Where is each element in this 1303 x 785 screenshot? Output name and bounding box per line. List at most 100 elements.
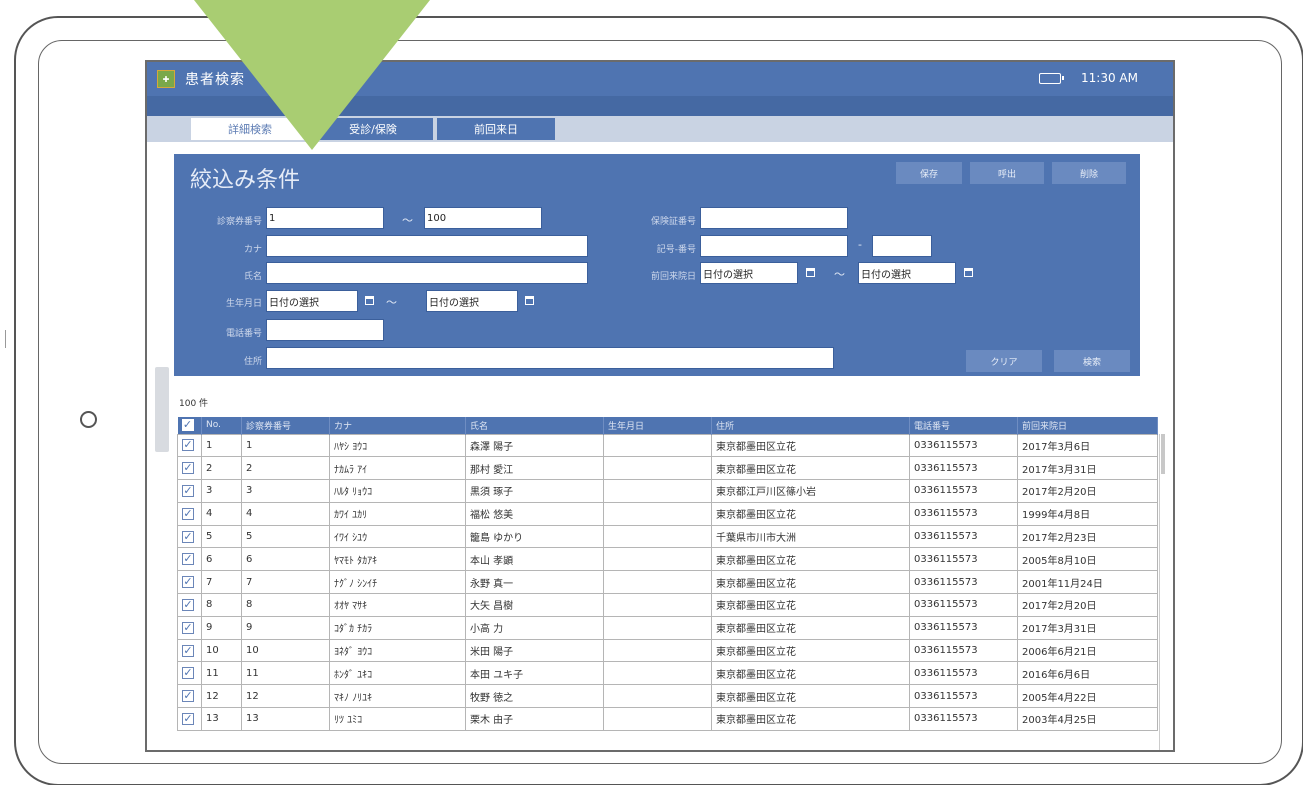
table-row[interactable]: ✓ 6 6 ﾔﾏﾓﾄ ﾀｶｱｷ 本山 孝顕 東京都墨田区立花 0336115573 2005年… bbox=[177, 547, 1158, 572]
table-cell: 東京都墨田区立花 bbox=[711, 615, 910, 640]
address-input[interactable] bbox=[266, 347, 834, 369]
table-cell: 籠島 ゆかり bbox=[465, 524, 604, 549]
table-cell: 東京都墨田区立花 bbox=[711, 547, 910, 572]
table-cell: 0336115573 bbox=[909, 615, 1018, 640]
column-header[interactable]: No. bbox=[201, 417, 242, 434]
table-cell: 10 bbox=[241, 638, 330, 663]
table-cell: 東京都墨田区立花 bbox=[711, 661, 910, 686]
last-visit-to-input[interactable]: 日付の選択 bbox=[858, 262, 956, 284]
table-cell: 6 bbox=[241, 547, 330, 572]
column-header[interactable]: カナ bbox=[329, 417, 466, 434]
table-row[interactable]: ✓ 7 7 ﾅｸﾞﾉ ｼﾝｲﾁ 永野 真一 東京都墨田区立花 0336115573 2001年… bbox=[177, 570, 1158, 595]
table-cell bbox=[603, 661, 712, 686]
column-header[interactable]: 住所 bbox=[711, 417, 910, 434]
table-cell: 黒須 琢子 bbox=[465, 479, 604, 503]
table-cell: 4 bbox=[201, 501, 242, 526]
calendar-icon[interactable] bbox=[525, 296, 534, 305]
last-visit-from-input[interactable]: 日付の選択 bbox=[700, 262, 798, 284]
birth-date-to-input[interactable]: 日付の選択 bbox=[426, 290, 518, 312]
row-checkbox[interactable]: ✓ bbox=[177, 661, 202, 686]
table-row[interactable]: ✓ 10 10 ﾖﾈﾀﾞ ﾖｳｺ 米田 陽子 東京都墨田区立花 0336115573 2006… bbox=[177, 638, 1158, 663]
table-cell: ﾊﾔｼ ﾖｳｺ bbox=[329, 433, 466, 458]
tab-last-visit[interactable]: 前回来日 bbox=[437, 118, 555, 140]
row-checkbox[interactable]: ✓ bbox=[177, 593, 202, 617]
table-row[interactable]: ✓ 3 3 ﾊﾙﾀ ﾘｮｳｺ 黒須 琢子 東京都江戸川区篠小岩 0336115573 2017… bbox=[177, 479, 1158, 503]
symbol-input[interactable] bbox=[700, 235, 848, 257]
table-cell: 本山 孝顕 bbox=[465, 547, 604, 572]
row-checkbox[interactable]: ✓ bbox=[177, 456, 202, 481]
column-header[interactable]: 診察券番号 bbox=[241, 417, 330, 434]
table-row[interactable]: ✓ 1 1 ﾊﾔｼ ﾖｳｺ 森澤 陽子 東京都墨田区立花 0336115573 2017年3月… bbox=[177, 433, 1158, 458]
table-row[interactable]: ✓ 2 2 ﾅｶﾑﾗ ｱｲ 那村 愛江 東京都墨田区立花 0336115573 2017年3月… bbox=[177, 456, 1158, 481]
table-cell: 11 bbox=[201, 661, 242, 686]
clear-button[interactable]: クリア bbox=[966, 350, 1042, 372]
table-cell: 福松 悠美 bbox=[465, 501, 604, 526]
name-input[interactable] bbox=[266, 262, 588, 284]
table-row[interactable]: ✓ 4 4 ｶﾜｲ ﾕｶﾘ 福松 悠美 東京都墨田区立花 0336115573 1999年4月… bbox=[177, 501, 1158, 526]
column-header[interactable]: 電話番号 bbox=[909, 417, 1018, 434]
select-all-checkbox[interactable]: ✓ bbox=[177, 417, 202, 434]
column-header[interactable]: 生年月日 bbox=[603, 417, 712, 434]
table-cell: 1999年4月8日 bbox=[1017, 501, 1158, 526]
home-button[interactable] bbox=[80, 411, 97, 428]
patient-no-to-input[interactable]: 100 bbox=[424, 207, 542, 229]
table-cell: 0336115573 bbox=[909, 456, 1018, 481]
table-cell: 米田 陽子 bbox=[465, 638, 604, 663]
calendar-icon[interactable] bbox=[365, 296, 374, 305]
birth-date-from-input[interactable]: 日付の選択 bbox=[266, 290, 358, 312]
table-cell: 11 bbox=[241, 661, 330, 686]
row-checkbox[interactable]: ✓ bbox=[177, 570, 202, 595]
row-checkbox[interactable]: ✓ bbox=[177, 501, 202, 526]
window-title: 患者検索 bbox=[185, 72, 245, 88]
calendar-icon[interactable] bbox=[806, 268, 815, 277]
table-cell: 東京都墨田区立花 bbox=[711, 433, 910, 458]
app-icon: ✚ bbox=[157, 70, 175, 88]
table-cell: 1 bbox=[241, 433, 330, 458]
table-scrollbar[interactable] bbox=[1159, 434, 1165, 750]
column-header[interactable]: 氏名 bbox=[465, 417, 604, 434]
result-count: 100 件 bbox=[179, 399, 209, 409]
table-cell: 2003年4月25日 bbox=[1017, 707, 1158, 731]
save-condition-button[interactable]: 保存 bbox=[896, 162, 962, 184]
filter-panel-title: 絞込み条件 bbox=[190, 168, 301, 193]
table-row[interactable]: ✓ 8 8 ｵｵﾔ ﾏｻｷ 大矢 昌樹 東京都墨田区立花 0336115573 2017年2月… bbox=[177, 593, 1158, 617]
table-cell: ﾎﾝﾀﾞ ﾕｷｺ bbox=[329, 661, 466, 686]
table-cell bbox=[603, 479, 712, 503]
table-cell: 4 bbox=[241, 501, 330, 526]
table-cell: 2017年3月31日 bbox=[1017, 456, 1158, 481]
row-checkbox[interactable]: ✓ bbox=[177, 638, 202, 663]
range-tilde: 〜 bbox=[402, 214, 413, 227]
phone-input[interactable] bbox=[266, 319, 384, 341]
search-button[interactable]: 検索 bbox=[1054, 350, 1130, 372]
table-cell: 2006年6月21日 bbox=[1017, 638, 1158, 663]
row-checkbox[interactable]: ✓ bbox=[177, 547, 202, 572]
insurance-no-input[interactable] bbox=[700, 207, 848, 229]
table-cell: 0336115573 bbox=[909, 547, 1018, 572]
table-header-row: ✓ No. 診察券番号 カナ 氏名 生年月日 住所 電話番号 前回来院日 bbox=[177, 417, 1158, 434]
calendar-icon[interactable] bbox=[964, 268, 973, 277]
patient-no-from-input[interactable]: 1 bbox=[266, 207, 384, 229]
table-row[interactable]: ✓ 9 9 ｺﾀﾞｶ ﾁｶﾗ 小高 力東京都墨田区立花 0336115573 2017年3月… bbox=[177, 615, 1158, 640]
table-row[interactable]: ✓ 11 11 ﾎﾝﾀﾞ ﾕｷｺ 本田 ユキ子 東京都墨田区立花 0336115573 201… bbox=[177, 661, 1158, 686]
row-checkbox[interactable]: ✓ bbox=[177, 707, 202, 731]
row-checkbox[interactable]: ✓ bbox=[177, 524, 202, 549]
table-row[interactable]: ✓ 5 5 ｲﾜｲ ｼﾕｳ 籠島 ゆかり 千葉県市川市大洲 0336115573 2017年2… bbox=[177, 524, 1158, 549]
load-condition-button[interactable]: 呼出 bbox=[970, 162, 1044, 184]
kana-input[interactable] bbox=[266, 235, 588, 257]
row-checkbox[interactable]: ✓ bbox=[177, 479, 202, 503]
row-checkbox[interactable]: ✓ bbox=[177, 433, 202, 458]
column-header[interactable]: 前回来院日 bbox=[1017, 417, 1158, 434]
table-row[interactable]: ✓ 12 12 ﾏｷﾉ ﾉﾘﾕｷ 牧野 徳之 東京都墨田区立花 0336115573 2005… bbox=[177, 684, 1158, 709]
table-cell: 小高 力 bbox=[465, 615, 604, 640]
row-checkbox[interactable]: ✓ bbox=[177, 615, 202, 640]
table-cell: 東京都墨田区立花 bbox=[711, 593, 910, 617]
row-checkbox[interactable]: ✓ bbox=[177, 684, 202, 709]
table-cell: 0336115573 bbox=[909, 501, 1018, 526]
table-cell bbox=[603, 615, 712, 640]
table-row[interactable]: ✓ 13 13 ﾘﾂ ﾕﾐｺ 栗木 由子 東京都墨田区立花 0336115573 2003年4… bbox=[177, 707, 1158, 731]
table-cell bbox=[603, 456, 712, 481]
side-scroll-handle[interactable] bbox=[155, 367, 169, 452]
number-input[interactable] bbox=[872, 235, 932, 257]
insurance-no-label: 保険証番号 bbox=[650, 217, 696, 227]
delete-condition-button[interactable]: 削除 bbox=[1052, 162, 1126, 184]
